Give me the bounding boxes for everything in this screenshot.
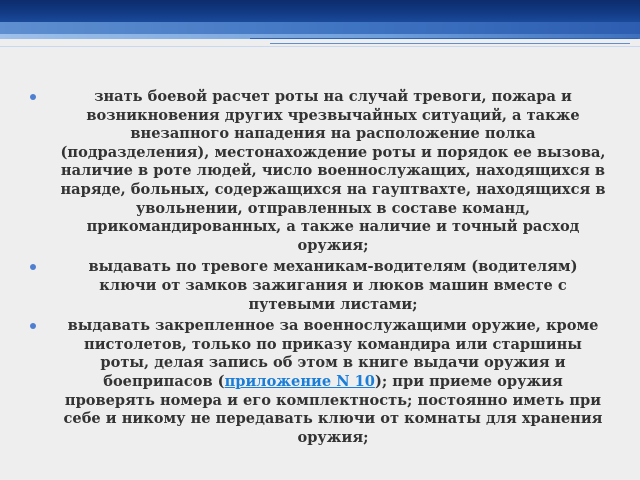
header-divider-line bbox=[270, 43, 630, 44]
bullet-icon bbox=[30, 323, 36, 330]
header-mid-band bbox=[0, 22, 640, 34]
header-divider-line bbox=[250, 38, 638, 39]
list-item: знать боевой расчет роты на случай трево… bbox=[30, 88, 608, 255]
bullet-icon bbox=[30, 94, 36, 100]
list-item: выдавать закрепленное за военнослужащими… bbox=[30, 317, 608, 447]
list-item: выдавать по тревоге механикам-водителям … bbox=[30, 258, 608, 314]
header-dark-band bbox=[0, 0, 640, 22]
list-item-text: выдавать по тревоге механикам-водителям … bbox=[88, 258, 578, 313]
bullet-list: знать боевой расчет роты на случай трево… bbox=[30, 88, 608, 447]
slide-header-banner bbox=[0, 0, 640, 52]
appendix-link[interactable]: приложение N 10 bbox=[225, 373, 375, 390]
bullet-icon bbox=[30, 264, 36, 271]
list-item-text: знать боевой расчет роты на случай трево… bbox=[60, 88, 606, 254]
header-divider-line bbox=[0, 46, 640, 47]
slide-content: знать боевой расчет роты на случай трево… bbox=[30, 88, 608, 450]
